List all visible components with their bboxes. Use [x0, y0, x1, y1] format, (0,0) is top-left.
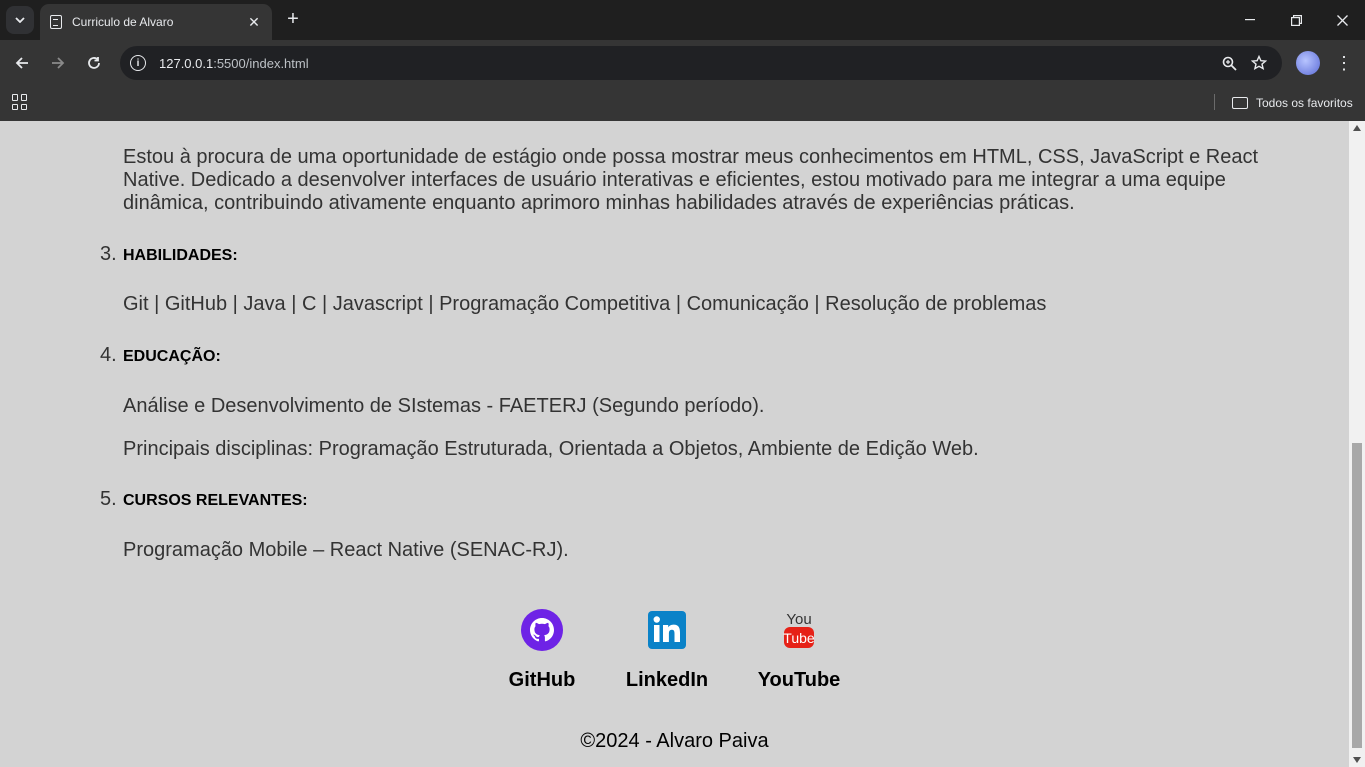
bookmarks-bar: Todos os favoritos	[0, 86, 1365, 121]
education-disciplines-text: Principais disciplinas: Programação Estr…	[123, 438, 979, 460]
url-text[interactable]: 127.0.0.1:5500/index.html	[159, 56, 1214, 71]
section-title-skills: HABILIDADES:	[123, 247, 238, 264]
forward-button[interactable]	[44, 49, 72, 77]
bookmark-star-icon[interactable]	[1244, 48, 1274, 78]
linkedin-label: LinkedIn	[625, 669, 709, 691]
courses-text: Programação Mobile – React Native (SENAC…	[123, 539, 569, 561]
restore-button[interactable]	[1273, 0, 1319, 40]
reload-button[interactable]	[80, 49, 108, 77]
footer-copyright: ©2024 - Alvaro Paiva	[580, 730, 769, 752]
education-text: Análise e Desenvolvimento de SIstemas - …	[123, 395, 765, 417]
objective-paragraph: Estou à procura de uma oportunidade de e…	[123, 146, 1259, 214]
section-number: 4.	[100, 344, 117, 366]
all-bookmarks-folder[interactable]: Todos os favoritos	[1232, 94, 1353, 112]
youtube-label: YouTube	[757, 669, 841, 691]
close-icon	[1336, 14, 1348, 26]
zoom-icon[interactable]	[1214, 48, 1244, 78]
apps-grid-icon[interactable]	[12, 94, 28, 110]
scroll-up-arrow-icon[interactable]	[1353, 125, 1361, 131]
arrow-right-icon	[52, 57, 65, 69]
close-tab-icon[interactable]: ✕	[246, 14, 262, 31]
svg-text:Tube: Tube	[783, 630, 815, 646]
url-path: :5500/index.html	[213, 55, 309, 71]
new-tab-button[interactable]: +	[282, 8, 304, 30]
linkedin-link[interactable]: LinkedIn	[607, 608, 727, 692]
scroll-down-arrow-icon[interactable]	[1353, 757, 1361, 763]
page-scrollbar[interactable]	[1349, 121, 1365, 767]
section-title-education: EDUCAÇÃO:	[123, 348, 221, 365]
address-bar[interactable]: i 127.0.0.1:5500/index.html	[120, 46, 1282, 80]
linkedin-icon	[648, 611, 686, 649]
close-window-button[interactable]	[1319, 0, 1365, 40]
svg-text:You: You	[786, 611, 811, 628]
scrollbar-thumb[interactable]	[1352, 443, 1362, 748]
tab-title: Curriculo de Alvaro	[72, 15, 174, 29]
tab-search-button[interactable]	[6, 6, 34, 34]
minimize-button[interactable]	[1227, 0, 1273, 40]
section-title-courses: CURSOS RELEVANTES:	[123, 492, 308, 509]
document-icon	[50, 15, 62, 29]
folder-icon	[1232, 97, 1248, 109]
github-icon	[521, 609, 563, 651]
skills-text: Git | GitHub | Java | C | Javascript | P…	[123, 293, 1047, 315]
github-link[interactable]: GitHub	[482, 608, 602, 692]
youtube-link[interactable]: You Tube YouTube	[739, 608, 859, 692]
arrow-left-icon	[15, 57, 28, 69]
github-label: GitHub	[508, 669, 576, 691]
site-info-icon[interactable]: i	[130, 55, 146, 71]
chevron-down-icon	[15, 17, 25, 23]
section-number: 3.	[100, 243, 117, 265]
tab-strip: Curriculo de Alvaro ✕ +	[0, 0, 1365, 40]
bookmarks-divider	[1214, 94, 1215, 110]
more-menu-icon[interactable]: ⋮	[1332, 49, 1356, 77]
url-host: 127.0.0.1	[159, 55, 214, 71]
all-bookmarks-label: Todos os favoritos	[1256, 96, 1353, 110]
restore-icon	[1290, 14, 1302, 26]
youtube-icon: You Tube	[783, 611, 815, 648]
minimize-icon	[1245, 19, 1255, 21]
section-number: 5.	[100, 488, 117, 510]
back-button[interactable]	[8, 49, 36, 77]
browser-toolbar: i 127.0.0.1:5500/index.html ⋮	[0, 40, 1365, 86]
active-tab[interactable]: Curriculo de Alvaro ✕	[40, 4, 272, 40]
reload-icon	[88, 57, 100, 69]
page-viewport: Estou à procura de uma oportunidade de e…	[0, 121, 1349, 767]
profile-avatar[interactable]	[1296, 51, 1320, 75]
